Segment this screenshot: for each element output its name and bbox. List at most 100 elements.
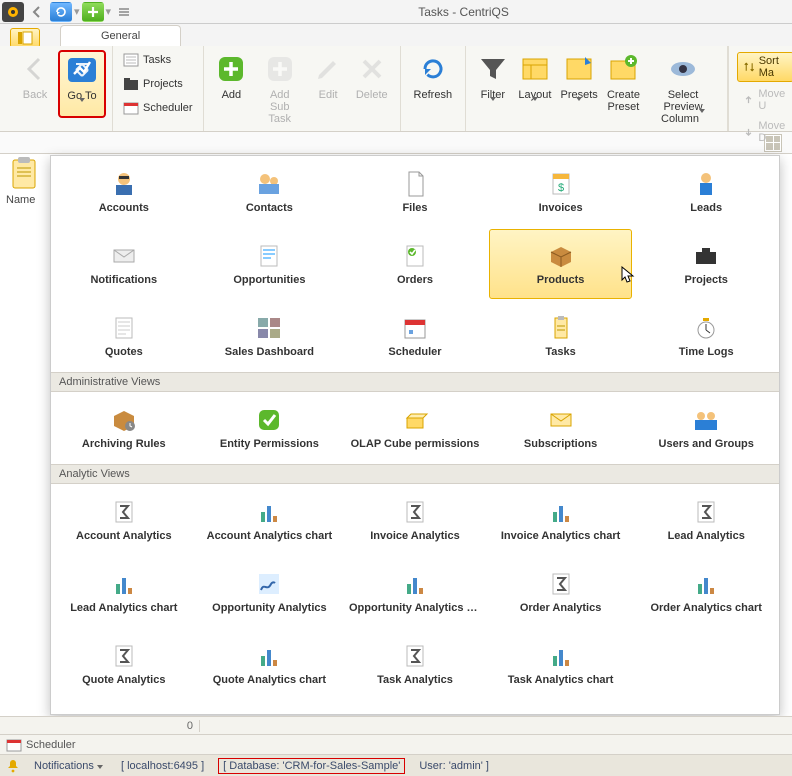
tile-label: Time Logs (675, 346, 738, 358)
tile-tasks[interactable]: Tasks (489, 301, 633, 371)
tile-contacts[interactable]: Contacts (198, 157, 342, 227)
users_and_groups-icon (690, 406, 722, 434)
tile-subscriptions[interactable]: Subscriptions (489, 393, 633, 463)
tile-account_analytics[interactable]: Account Analytics (52, 485, 196, 555)
olap_cube_permissions-icon (399, 406, 431, 434)
scheduler-tab[interactable]: Scheduler (26, 739, 76, 751)
tile-label: Products (533, 274, 589, 286)
order_analytics-icon (545, 570, 577, 598)
app-orb[interactable] (2, 2, 24, 22)
ribbon-side-actions: Sort Ma Move U Move D (728, 46, 792, 131)
tile-orders[interactable]: Orders (343, 229, 487, 299)
tile-quote_analytics_chart[interactable]: Quote Analytics chart (198, 629, 342, 699)
edit-button[interactable]: Edit (306, 50, 350, 116)
tile-archiving_rules[interactable]: Archiving Rules (52, 393, 196, 463)
svg-text:$: $ (558, 182, 564, 194)
bottom-tab-bar: Scheduler (0, 734, 792, 754)
tab-general[interactable]: General (60, 25, 181, 46)
tile-lead_analytics[interactable]: Lead Analytics (634, 485, 778, 555)
tile-label: Subscriptions (520, 438, 601, 450)
chevron-down-icon (490, 97, 496, 113)
tile-lead_analytics_chart[interactable]: Lead Analytics chart (52, 557, 196, 627)
select-preview-column-button[interactable]: Select Preview Column (645, 50, 722, 128)
tile-order_analytics_chart[interactable]: Order Analytics chart (634, 557, 778, 627)
tile-invoice_analytics[interactable]: Invoice Analytics (343, 485, 487, 555)
add-icon[interactable] (82, 2, 104, 22)
tile-label: Invoice Analytics chart (497, 530, 624, 542)
quote_analytics-icon (108, 642, 140, 670)
tile-files[interactable]: Files (343, 157, 487, 227)
back-button[interactable]: Back (12, 50, 58, 116)
tile-label: Task Analytics (373, 674, 457, 686)
tile-label: Accounts (95, 202, 153, 214)
refresh-button[interactable]: Refresh (407, 50, 460, 116)
tile-entity_permissions[interactable]: Entity Permissions (198, 393, 342, 463)
tile-label: Opportunity Analytics c... (345, 602, 485, 614)
delete-button[interactable]: Delete (350, 50, 394, 116)
goto-button[interactable]: Go To (58, 50, 106, 118)
qat-sep: ▾ (74, 5, 80, 18)
tile-quotes[interactable]: Quotes (52, 301, 196, 371)
notifications-icon (108, 242, 140, 270)
tile-label: Opportunities (229, 274, 309, 286)
status-user: User: 'admin' ] (415, 760, 493, 772)
tile-quote_analytics[interactable]: Quote Analytics (52, 629, 196, 699)
move-down-button[interactable]: Move D (737, 118, 792, 146)
title-bar: ▾ ▾ Tasks - CentriQS (0, 0, 792, 24)
tile-task_analytics[interactable]: Task Analytics (343, 629, 487, 699)
layout-toggle-button[interactable] (10, 28, 40, 48)
task_analytics-icon (399, 642, 431, 670)
tile-users_and_groups[interactable]: Users and Groups (634, 393, 778, 463)
tile-label: Projects (680, 274, 731, 286)
analytic-views-header: Analytic Views (51, 464, 779, 484)
view-projects[interactable]: Projects (119, 74, 187, 94)
archiving_rules-icon (108, 406, 140, 434)
tile-invoice_analytics_chart[interactable]: Invoice Analytics chart (489, 485, 633, 555)
time_logs-icon (690, 314, 722, 342)
tile-sales_dashboard[interactable]: Sales Dashboard (198, 301, 342, 371)
tile-opportunity_analytics_chart[interactable]: Opportunity Analytics c... (343, 557, 487, 627)
subscriptions-icon (545, 406, 577, 434)
ribbon-group-views: Tasks Projects Scheduler (113, 46, 204, 131)
view-tasks[interactable]: Tasks (119, 50, 175, 70)
window-title: Tasks - CentriQS (135, 5, 792, 19)
tile-label: Entity Permissions (216, 438, 323, 450)
back-icon[interactable] (26, 2, 48, 22)
tile-time_logs[interactable]: Time Logs (634, 301, 778, 371)
tile-products[interactable]: Products (489, 229, 633, 299)
tile-scheduler[interactable]: Scheduler (343, 301, 487, 371)
add-button[interactable]: Add (210, 50, 254, 116)
tile-opportunities[interactable]: Opportunities (198, 229, 342, 299)
tile-leads[interactable]: Leads (634, 157, 778, 227)
ribbon-group-refresh: Refresh (401, 46, 467, 131)
quote_analytics_chart-icon (253, 642, 285, 670)
filter-button[interactable]: Filter (472, 50, 514, 116)
tile-notifications[interactable]: Notifications (52, 229, 196, 299)
tile-accounts[interactable]: Accounts (52, 157, 196, 227)
tile-account_analytics_chart[interactable]: Account Analytics chart (198, 485, 342, 555)
tile-opportunity_analytics[interactable]: Opportunity Analytics (198, 557, 342, 627)
tile-label: Invoices (535, 202, 587, 214)
tile-olap_cube_permissions[interactable]: OLAP Cube permissions (343, 393, 487, 463)
create-preset-button[interactable]: Create Preset (602, 50, 644, 116)
status-notifications[interactable]: Notifications (30, 760, 107, 772)
refresh-icon[interactable] (50, 2, 72, 22)
lead_analytics-icon (690, 498, 722, 526)
tile-projects[interactable]: Projects (634, 229, 778, 299)
tile-invoices[interactable]: $ Invoices (489, 157, 633, 227)
layout-button[interactable]: Layout (514, 50, 556, 116)
add-sub-task-button[interactable]: Add Sub Task (253, 50, 306, 128)
qat-more-icon[interactable] (113, 2, 135, 22)
tile-label: Files (398, 202, 431, 214)
tile-label: Order Analytics chart (646, 602, 765, 614)
tile-order_analytics[interactable]: Order Analytics (489, 557, 633, 627)
view-scheduler[interactable]: Scheduler (119, 98, 197, 118)
tile-task_analytics_chart[interactable]: Task Analytics chart (489, 629, 633, 699)
presets-button[interactable]: Presets (556, 50, 602, 116)
tile-label: Lead Analytics chart (66, 602, 181, 614)
tile-label: Opportunity Analytics (208, 602, 331, 614)
move-up-button[interactable]: Move U (737, 86, 792, 114)
name-column-header[interactable]: Name (2, 194, 46, 206)
sort-button[interactable]: Sort Ma (737, 52, 792, 82)
quotes-icon (108, 314, 140, 342)
